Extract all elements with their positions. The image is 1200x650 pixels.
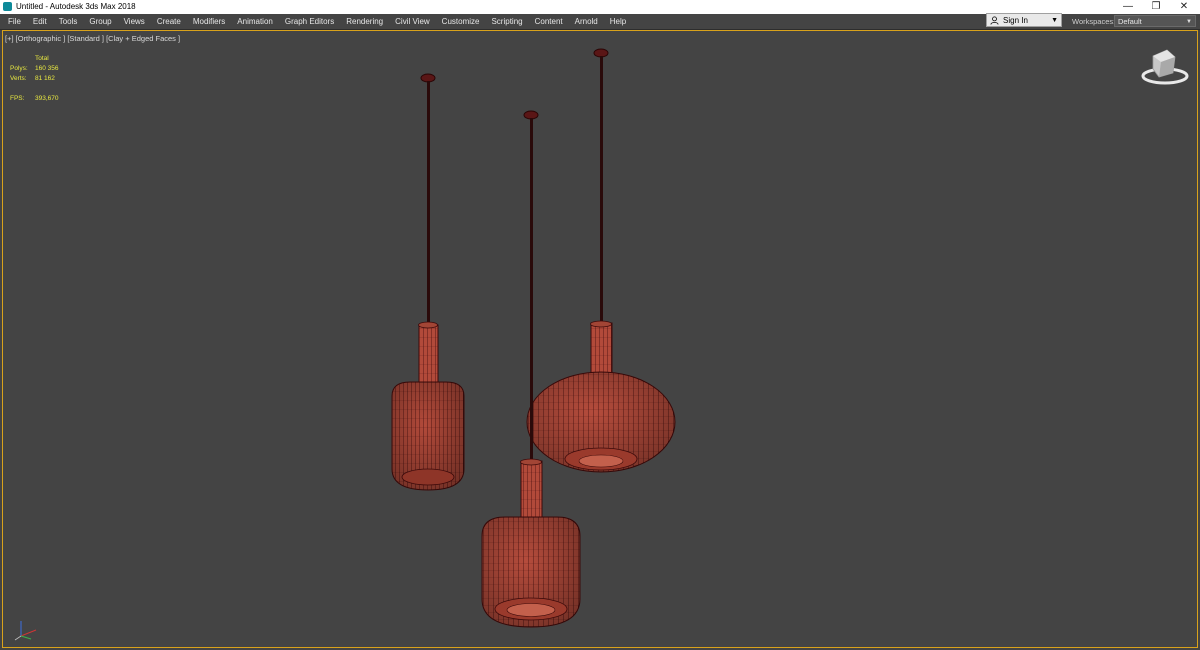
menu-tools[interactable]: Tools (53, 14, 84, 29)
viewport-label[interactable]: [+] [Orthographic ] [Standard ] [Clay + … (5, 34, 180, 44)
window-title: Untitled - Autodesk 3ds Max 2018 (16, 2, 136, 11)
menu-graph-editors[interactable]: Graph Editors (279, 14, 340, 29)
title-bar: Untitled - Autodesk 3ds Max 2018 — ❐ ✕ (0, 0, 1200, 14)
chevron-down-icon: ▼ (1051, 17, 1058, 24)
menu-scripting[interactable]: Scripting (485, 14, 528, 29)
menu-modifiers[interactable]: Modifiers (187, 14, 231, 29)
stats-total-label: Total (35, 55, 49, 62)
restore-button[interactable]: ❐ (1142, 0, 1170, 14)
menu-group[interactable]: Group (83, 14, 117, 29)
menu-help[interactable]: Help (604, 14, 632, 29)
stats-fps-label: FPS: (10, 95, 25, 102)
sign-in-button[interactable]: Sign In ▼ (986, 13, 1062, 27)
pendant-lamp-center[interactable] (481, 110, 581, 628)
pendant-lamp-right[interactable] (526, 48, 676, 473)
stats-fps-value: 393,670 (35, 95, 59, 102)
menu-edit[interactable]: Edit (27, 14, 53, 29)
menu-civil-view[interactable]: Civil View (389, 14, 436, 29)
stats-verts-value: 81 162 (35, 75, 55, 82)
workspaces-label: Workspaces: (1072, 17, 1116, 26)
stats-verts-label: Verts: (10, 75, 27, 82)
menu-file[interactable]: File (2, 14, 27, 29)
user-icon (990, 16, 999, 25)
chevron-down-icon: ▼ (1186, 19, 1192, 25)
workspace-select[interactable]: Default ▼ (1114, 15, 1196, 27)
axis-tripod-icon (14, 621, 37, 641)
menu-animation[interactable]: Animation (231, 14, 279, 29)
menu-arnold[interactable]: Arnold (569, 14, 604, 29)
menu-rendering[interactable]: Rendering (340, 14, 389, 29)
menu-create[interactable]: Create (151, 14, 187, 29)
menu-views[interactable]: Views (118, 14, 151, 29)
stats-polys-value: 160 356 (35, 65, 59, 72)
stats-polys-label: Polys: (10, 65, 28, 72)
3ds-max-icon (3, 2, 12, 11)
viewport-statistics: Total Polys: 160 356 Verts: 81 162 FPS: 393… (10, 54, 90, 104)
viewcube-icon[interactable] (1141, 49, 1189, 85)
menu-customize[interactable]: Customize (436, 14, 486, 29)
pendant-lamp-left[interactable] (391, 73, 465, 491)
close-button[interactable]: ✕ (1170, 0, 1198, 14)
perspective-viewport[interactable]: [+] [Orthographic ] [Standard ] [Clay + … (2, 30, 1198, 648)
workspace-value: Default (1118, 17, 1142, 26)
viewport-scene (14, 48, 1189, 641)
menu-content[interactable]: Content (529, 14, 569, 29)
sign-in-label: Sign In (1003, 16, 1028, 25)
minimize-button[interactable]: — (1114, 0, 1142, 14)
